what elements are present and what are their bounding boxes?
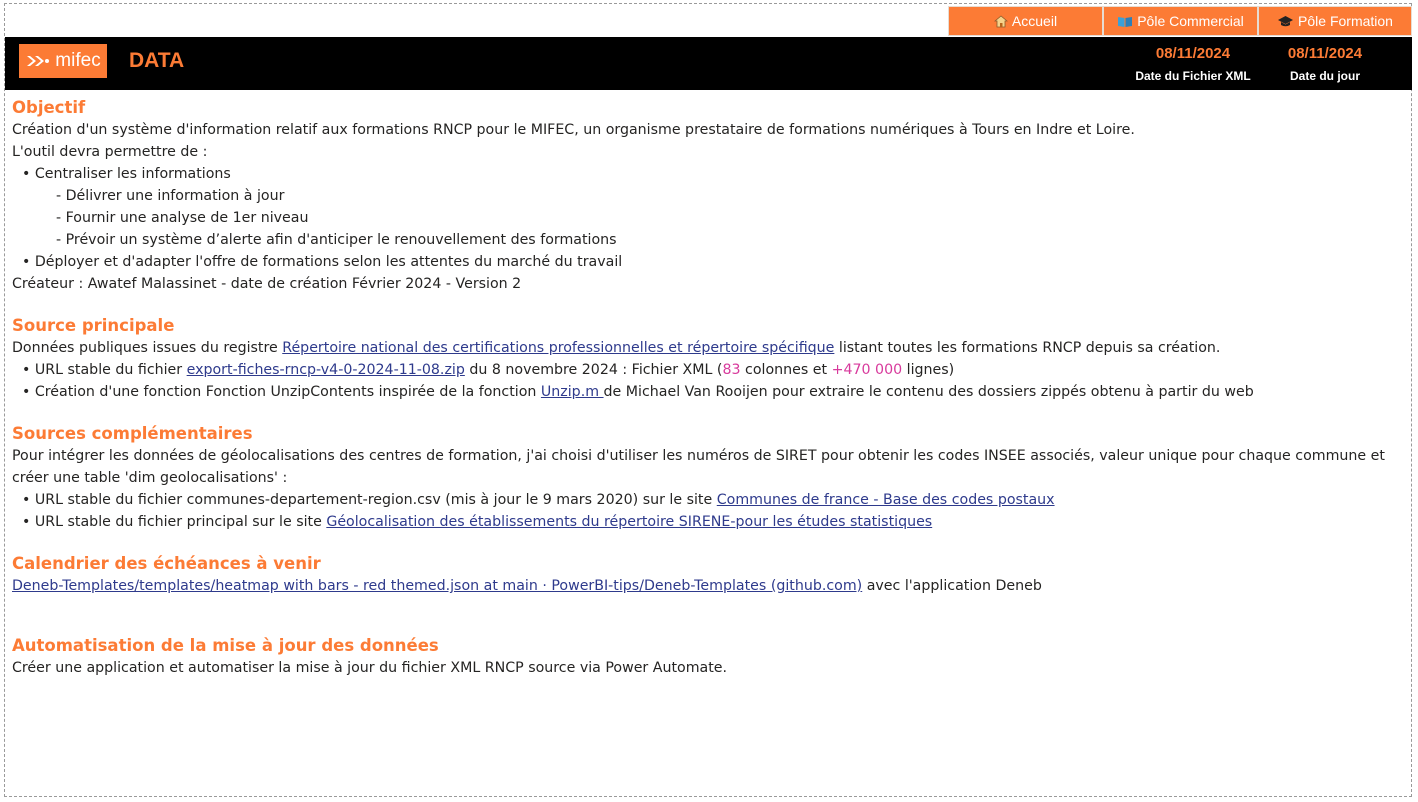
column-count: 83 bbox=[722, 362, 741, 378]
source-line3-post: de Michael Van Rooijen pour extraire le … bbox=[603, 384, 1254, 400]
objectif-heading: Objectif bbox=[12, 98, 86, 117]
top-navigation: Accueil Pôle Commercial Pôle Formation bbox=[948, 6, 1412, 36]
source-line2-mid: du 8 novembre 2024 : Fichier XML ( bbox=[464, 362, 723, 378]
rncp-export-file-link[interactable]: export-fiches-rncp-v4-0-2024-11-08.zip bbox=[187, 362, 465, 378]
complementaires-line1-text: • URL stable du fichier communes-departe… bbox=[22, 492, 717, 508]
calendrier-heading: Calendrier des échéances à venir bbox=[12, 554, 321, 573]
home-icon bbox=[993, 14, 1008, 28]
today-date-value: 08/11/2024 bbox=[1287, 45, 1363, 62]
row-count: +470 000 bbox=[831, 362, 903, 378]
graduation-cap-icon bbox=[1277, 15, 1294, 28]
source-line2-text: • URL stable du fichier bbox=[22, 362, 187, 378]
nav-accueil-label: Accueil bbox=[1011, 13, 1058, 29]
objectif-sub-delivrer: - Délivrer une information à jour bbox=[56, 188, 285, 204]
page-title: DATA bbox=[129, 49, 185, 72]
objectif-creator: Créateur : Awatef Malassinet - date de c… bbox=[12, 276, 522, 292]
objectif-sub-alerte: - Prévoir un système d’alerte afin d'ant… bbox=[56, 232, 617, 248]
calendrier-post: avec l'application Deneb bbox=[862, 578, 1042, 594]
nav-pole-formation-button[interactable]: Pôle Formation bbox=[1258, 6, 1412, 36]
source-line2-mid2: colonnes et bbox=[740, 362, 832, 378]
automatisation-heading: Automatisation de la mise à jour des don… bbox=[12, 636, 439, 655]
automatisation-text: Créer une application et automatiser la … bbox=[12, 660, 728, 676]
objectif-bullet-centraliser: • Centraliser les informations bbox=[22, 166, 231, 182]
complementaires-line-sirene: • URL stable du fichier principal sur le… bbox=[12, 511, 1404, 533]
xml-file-date-card: 08/11/2024 Date du Fichier XML bbox=[1123, 45, 1263, 83]
source-heading: Source principale bbox=[12, 316, 175, 335]
today-date-card: 08/11/2024 Date du jour bbox=[1270, 45, 1380, 83]
source-line-registre: Données publiques issues du registre Rép… bbox=[12, 337, 1404, 359]
objectif-bullet-deployer: • Déployer et d'adapter l'offre de forma… bbox=[22, 254, 623, 270]
source-line3-text: • Création d'une fonction Fonction Unzip… bbox=[22, 384, 541, 400]
rncp-registry-link[interactable]: Répertoire national des certifications p… bbox=[282, 340, 834, 356]
xml-file-date-value: 08/11/2024 bbox=[1155, 45, 1231, 62]
calendrier-line: Deneb-Templates/templates/heatmap with b… bbox=[12, 575, 1404, 597]
complementaires-line-communes: • URL stable du fichier communes-departe… bbox=[12, 489, 1404, 511]
arrows-icon bbox=[27, 56, 50, 66]
source-line-url: • URL stable du fichier export-fiches-rn… bbox=[12, 359, 1404, 381]
communes-france-link[interactable]: Communes de france - Base des codes post… bbox=[717, 492, 1055, 508]
complementaires-intro: Pour intégrer les données de géolocalisa… bbox=[12, 448, 1385, 486]
nav-pole-commercial-label: Pôle Commercial bbox=[1137, 13, 1244, 29]
mifec-logo: mifec bbox=[19, 44, 107, 78]
objectif-sub-analyse: - Fournir une analyse de 1er niveau bbox=[56, 210, 309, 226]
source-line1-text: Données publiques issues du registre bbox=[12, 340, 283, 356]
objectif-lead: L'outil devra permettre de : bbox=[12, 144, 208, 160]
nav-pole-commercial-button[interactable]: Pôle Commercial bbox=[1103, 6, 1258, 36]
deneb-template-link[interactable]: Deneb-Templates/templates/heatmap with b… bbox=[12, 578, 862, 594]
unzip-link[interactable]: Unzip.m bbox=[541, 384, 604, 400]
nav-pole-formation-label: Pôle Formation bbox=[1298, 13, 1393, 29]
nav-accueil-button[interactable]: Accueil bbox=[948, 6, 1103, 36]
objectif-intro: Création d'un système d'information rela… bbox=[12, 122, 1135, 138]
source-line2-post: lignes) bbox=[902, 362, 955, 378]
xml-file-date-label: Date du Fichier XML bbox=[1135, 69, 1251, 83]
source-line1-post: listant toutes les formations RNCP depui… bbox=[834, 340, 1221, 356]
book-icon bbox=[1117, 15, 1133, 28]
complementaires-line2-text: • URL stable du fichier principal sur le… bbox=[22, 514, 327, 530]
logo-text: mifec bbox=[55, 50, 101, 71]
text-content: Objectif Création d'un système d'informa… bbox=[12, 97, 1404, 679]
header-bar: mifec DATA 08/11/2024 Date du Fichier XM… bbox=[5, 37, 1412, 90]
source-line-unzip: • Création d'une fonction Fonction Unzip… bbox=[12, 381, 1404, 403]
sirene-geolocalisation-link[interactable]: Géolocalisation des établissements du ré… bbox=[326, 514, 932, 530]
today-date-label: Date du jour bbox=[1289, 69, 1360, 83]
complementaires-heading: Sources complémentaires bbox=[12, 424, 253, 443]
